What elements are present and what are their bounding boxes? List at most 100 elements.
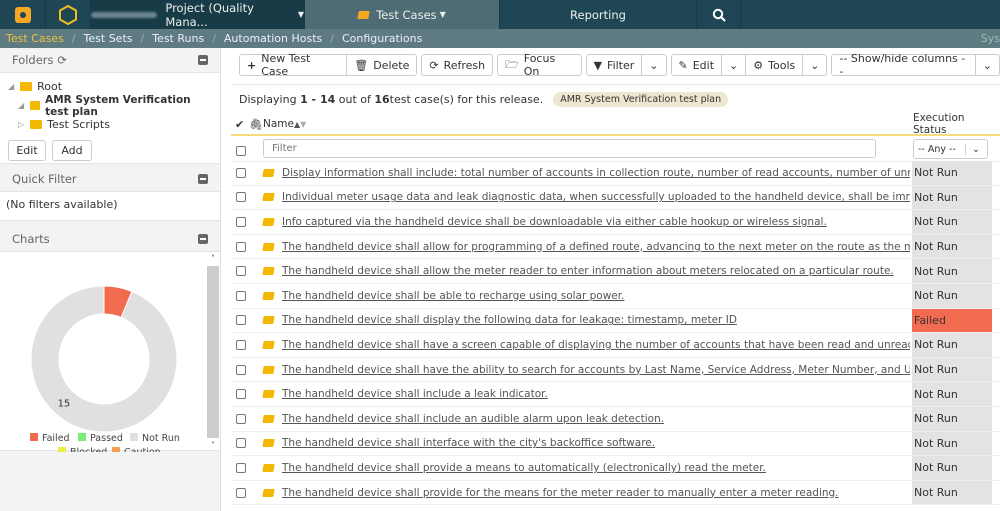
execution-status: Failed <box>912 308 992 333</box>
row-checkbox[interactable] <box>236 315 246 326</box>
row-checkbox[interactable] <box>236 389 246 400</box>
folder-amr-plan[interactable]: ◢ AMR System Verification test plan <box>8 93 212 118</box>
focus-on-button[interactable]: 🗁 Focus On <box>497 52 582 78</box>
name-filter-input[interactable] <box>263 139 876 158</box>
subnav-test-runs[interactable]: Test Runs <box>152 32 204 45</box>
row-checkbox[interactable] <box>236 487 246 498</box>
chevron-down-icon[interactable]: ⌄ <box>722 55 747 75</box>
legend-item[interactable]: Passed <box>90 433 123 444</box>
collapse-icon[interactable] <box>198 55 208 65</box>
info-mid: out of <box>335 93 375 106</box>
edit-button[interactable]: ✎ Edit <box>672 55 723 75</box>
delete-button[interactable]: 🗑 Delete <box>347 55 416 75</box>
chart-scrollbar[interactable]: ˄ ˅ <box>207 254 219 450</box>
test-case-link[interactable]: The handheld device shall interface with… <box>282 437 910 449</box>
select-all-checkbox[interactable] <box>236 146 246 156</box>
test-case-link[interactable]: Info captured via the handheld device sh… <box>282 216 910 228</box>
project-dropdown[interactable]: Project (Quality Mana... ▼ <box>91 0 305 29</box>
subnav-system[interactable]: Sys <box>981 32 1000 45</box>
new-delete-group: + New Test Case 🗑 Delete <box>239 52 418 78</box>
test-case-icon <box>262 217 275 226</box>
refresh-button[interactable]: ⟳ Refresh <box>421 54 494 76</box>
execution-status: Not Run <box>912 284 992 308</box>
slice-not-run[interactable] <box>30 285 178 433</box>
add-folder-button[interactable]: Add <box>52 140 92 161</box>
row-checkbox[interactable] <box>236 241 246 252</box>
status-filter-select[interactable]: -- Any -- ⌄ <box>913 139 988 159</box>
test-case-link[interactable]: Individual meter usage data and leak dia… <box>282 191 910 203</box>
table-row: Info captured via the handheld device sh… <box>231 210 1000 235</box>
legend-swatch <box>130 433 138 441</box>
test-case-link[interactable]: The handheld device shall include an aud… <box>282 413 910 425</box>
collapse-icon[interactable] <box>198 234 208 244</box>
row-checkbox[interactable] <box>236 438 246 449</box>
execution-status: Not Run <box>912 357 992 382</box>
row-checkbox[interactable] <box>236 462 246 473</box>
subnav-test-sets[interactable]: Test Sets <box>84 32 133 45</box>
test-case-link[interactable]: The handheld device shall be able to rec… <box>282 290 910 302</box>
tools-button[interactable]: ⚙ Tools <box>746 55 804 75</box>
row-checkbox[interactable] <box>236 290 246 301</box>
test-case-link[interactable]: The handheld device shall have the abili… <box>282 364 910 376</box>
reporting-menu[interactable]: Reporting <box>500 0 697 29</box>
row-checkbox[interactable] <box>236 167 246 178</box>
folder-label: AMR System Verification test plan <box>45 93 191 118</box>
row-checkbox[interactable] <box>236 266 246 277</box>
test-case-icon <box>262 193 275 202</box>
execution-status: Not Run <box>912 333 992 357</box>
row-checkbox[interactable] <box>236 339 246 350</box>
legend-item[interactable]: Not Run <box>142 433 180 444</box>
test-case-link[interactable]: The handheld device shall display the fo… <box>282 314 910 326</box>
folders-title: Folders <box>12 53 54 67</box>
table-row: The handheld device shall provide for th… <box>231 480 1000 506</box>
test-case-link[interactable]: The handheld device shall allow the mete… <box>282 265 910 277</box>
row-checkbox[interactable] <box>236 413 246 424</box>
execution-status: Not Run <box>912 161 992 185</box>
edit-folder-button[interactable]: Edit <box>8 140 46 161</box>
quick-filter-header: Quick Filter <box>0 167 220 191</box>
collapse-icon[interactable] <box>198 174 208 184</box>
row-checkbox[interactable] <box>236 216 246 227</box>
row-checkbox[interactable] <box>236 364 246 375</box>
test-case-icon <box>262 267 275 276</box>
test-case-icon <box>262 463 275 472</box>
edit-icon: ✎ <box>678 58 688 72</box>
chevron-down-icon[interactable]: ⌄ <box>803 55 826 75</box>
subnav-configurations[interactable]: Configurations <box>342 32 422 45</box>
info-total: 16 <box>374 93 390 106</box>
filter-row: -- Any -- ⌄ <box>231 138 1000 162</box>
test-case-link[interactable]: The handheld device shall have a screen … <box>282 339 910 351</box>
table-row: The handheld device shall allow for prog… <box>231 234 1000 260</box>
chevron-down-icon[interactable]: ⌄ <box>642 55 665 75</box>
test-case-link[interactable]: The handheld device shall provide for th… <box>282 487 910 499</box>
new-test-case-button[interactable]: + New Test Case <box>240 52 348 78</box>
test-cases-menu[interactable]: Test Cases ▼ <box>305 0 500 29</box>
name-column-header[interactable]: Name <box>263 118 294 130</box>
refresh-icon: ⟳ <box>429 58 439 72</box>
test-case-icon <box>262 439 275 448</box>
test-case-link[interactable]: Display information shall include: total… <box>282 167 910 179</box>
app-logo[interactable] <box>0 0 46 29</box>
sort-icon[interactable]: ▲▼ <box>294 120 306 129</box>
execution-status-header[interactable]: Execution Status <box>913 112 1000 136</box>
legend-item[interactable]: Caution <box>124 447 161 452</box>
folder-test-scripts[interactable]: ▷ Test Scripts <box>8 115 212 134</box>
legend-item[interactable]: Failed <box>42 433 70 444</box>
test-case-link[interactable]: The handheld device shall allow for prog… <box>282 241 910 253</box>
edit-tools-group: ✎ Edit ⌄ ⚙ Tools ⌄ <box>670 54 828 76</box>
refresh-icon[interactable]: ⟳ <box>57 53 67 67</box>
chevron-down-icon: ⌄ <box>982 58 992 72</box>
test-case-icon <box>262 414 275 423</box>
filter-button[interactable]: ▼ Filter ⌄ <box>585 54 667 76</box>
subnav-automation-hosts[interactable]: Automation Hosts <box>224 32 322 45</box>
legend-swatch <box>58 447 66 452</box>
row-checkbox[interactable] <box>236 192 246 203</box>
test-case-link[interactable]: The handheld device shall include a leak… <box>282 388 910 400</box>
check-all-icon[interactable]: ✔ <box>235 118 244 131</box>
show-hide-columns-select[interactable]: -- Show/hide columns -- ⌄ <box>831 52 1000 78</box>
legend-item[interactable]: Blocked <box>70 447 107 452</box>
hexagon-icon[interactable] <box>46 0 91 29</box>
search-icon[interactable] <box>697 0 741 29</box>
test-case-link[interactable]: The handheld device shall provide a mean… <box>282 462 910 474</box>
subnav-test-cases[interactable]: Test Cases <box>6 32 64 45</box>
